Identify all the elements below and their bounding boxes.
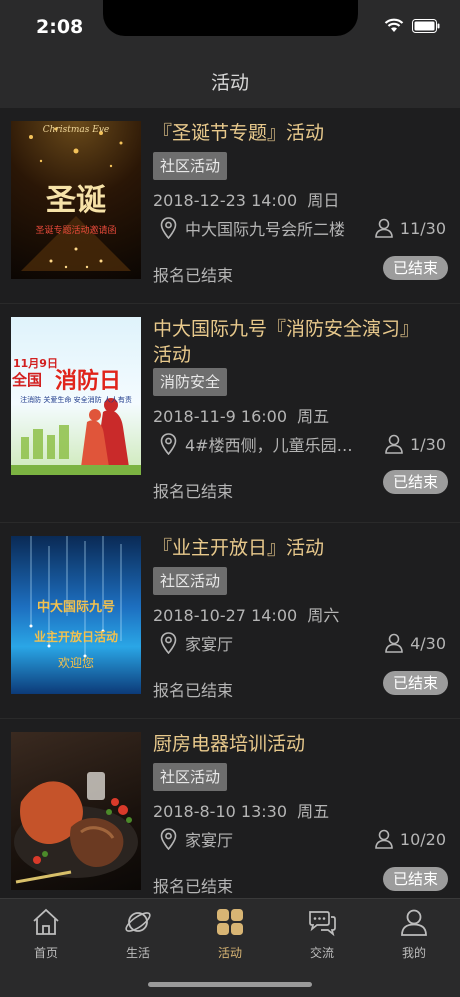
home-icon bbox=[33, 908, 59, 935]
tab-label: 我的 bbox=[401, 946, 426, 960]
grid-icon bbox=[217, 909, 243, 935]
status-badge: 已结束 bbox=[382, 671, 448, 695]
user-icon bbox=[401, 909, 427, 936]
thumb-text: 全国 bbox=[12, 371, 43, 389]
activity-card[interactable]: 中大国际九号 业主开放日活动 欢迎您 『业主开放日』活动 社区活动 2018-1… bbox=[0, 523, 460, 719]
food-photo-art bbox=[14, 772, 138, 884]
location-text: 中大国际九号会所二楼 bbox=[185, 220, 346, 239]
activity-thumbnail: 11月9日 全国 消防日 注消防 关爱生命 安全消防 人人有责 bbox=[11, 317, 141, 475]
activity-title: 厨房电器培训活动 bbox=[153, 733, 306, 755]
activity-participants: 10/20 bbox=[375, 829, 446, 849]
activity-location: 4#楼西侧，儿童乐园… bbox=[160, 432, 353, 456]
status-badge: 已结束 bbox=[382, 470, 448, 494]
thumb-text: 欢迎您 bbox=[57, 656, 94, 670]
status-bar: 2:08 bbox=[0, 0, 460, 56]
tab-chat[interactable]: 交流 bbox=[276, 907, 368, 961]
location-text: 家宴厅 bbox=[185, 635, 234, 654]
activity-tag: 消防安全 bbox=[153, 368, 228, 396]
thumb-text: 圣诞 bbox=[46, 183, 106, 218]
activity-participants: 4/30 bbox=[385, 633, 446, 653]
tab-activity[interactable]: 活动 bbox=[184, 907, 276, 961]
activity-tag: 社区活动 bbox=[153, 763, 228, 791]
registration-status: 报名已结束 bbox=[153, 681, 234, 700]
thumb-text: 注消防 关爱生命 安全消防 人人有责 bbox=[20, 396, 132, 404]
wifi-icon bbox=[384, 18, 404, 32]
tab-label: 生活 bbox=[125, 946, 150, 960]
activity-participants: 11/30 bbox=[375, 218, 446, 238]
thumb-text: 中大国际九号 bbox=[36, 600, 115, 615]
activity-date: 2018-12-23 14:00 周日 bbox=[153, 191, 340, 210]
tab-label: 首页 bbox=[33, 946, 58, 960]
participants-count: 4/30 bbox=[410, 633, 446, 653]
location-pin-icon bbox=[160, 433, 177, 455]
location-text: 家宴厅 bbox=[185, 831, 234, 850]
person-icon bbox=[385, 434, 403, 454]
activity-card[interactable]: 厨房电器培训活动 社区活动 2018-8-10 13:30 周五 家宴厅 10/… bbox=[0, 719, 460, 898]
activity-title: 中大国际九号『消防安全演习』活动 bbox=[153, 318, 410, 366]
person-icon bbox=[375, 218, 393, 238]
activity-list[interactable]: Christmas Eve 圣诞 圣诞专题活动邀请函 『圣诞节专题』活动 社区活… bbox=[0, 108, 460, 898]
activity-participants: 1/30 bbox=[385, 434, 446, 454]
participants-count: 11/30 bbox=[399, 218, 446, 238]
activity-card[interactable]: Christmas Eve 圣诞 圣诞专题活动邀请函 『圣诞节专题』活动 社区活… bbox=[0, 108, 460, 304]
battery-icon bbox=[412, 18, 440, 33]
nav-bar: 活动 bbox=[0, 56, 460, 108]
person-icon bbox=[375, 829, 393, 849]
tab-label: 交流 bbox=[309, 946, 334, 960]
page-title: 活动 bbox=[210, 72, 249, 94]
activity-thumbnail: 中大国际九号 业主开放日活动 欢迎您 bbox=[11, 536, 141, 694]
chat-icon bbox=[309, 911, 336, 937]
thumb-text: 消防日 bbox=[55, 369, 122, 394]
activity-location: 家宴厅 bbox=[160, 827, 233, 851]
participants-count: 10/20 bbox=[399, 829, 446, 849]
location-pin-icon bbox=[160, 828, 177, 850]
activity-date: 2018-10-27 14:00 周六 bbox=[153, 606, 340, 625]
status-badge: 已结束 bbox=[382, 867, 448, 891]
status-icons bbox=[384, 18, 440, 33]
thumb-text: 业主开放日活动 bbox=[33, 630, 118, 644]
participants-count: 1/30 bbox=[410, 434, 446, 454]
activity-tag: 社区活动 bbox=[153, 567, 228, 595]
activity-title: 『圣诞节专题』活动 bbox=[153, 122, 325, 144]
thumb-text: 圣诞专题活动邀请函 bbox=[35, 226, 117, 236]
tab-mine[interactable]: 我的 bbox=[368, 907, 460, 961]
person-icon bbox=[385, 633, 403, 653]
activity-title: 『业主开放日』活动 bbox=[153, 537, 325, 559]
registration-status: 报名已结束 bbox=[153, 482, 234, 501]
location-pin-icon bbox=[160, 632, 177, 654]
registration-status: 报名已结束 bbox=[153, 877, 234, 896]
activity-thumbnail bbox=[11, 732, 141, 890]
location-pin-icon bbox=[160, 217, 177, 239]
activity-location: 中大国际九号会所二楼 bbox=[160, 216, 345, 240]
thumb-text: Christmas Eve bbox=[42, 125, 110, 135]
registration-status: 报名已结束 bbox=[153, 266, 234, 285]
location-text: 4#楼西侧，儿童乐园… bbox=[185, 436, 353, 455]
tab-label: 活动 bbox=[217, 946, 242, 960]
activity-date: 2018-11-9 16:00 周五 bbox=[153, 407, 330, 426]
home-indicator[interactable] bbox=[148, 982, 312, 987]
activity-thumbnail: Christmas Eve 圣诞 圣诞专题活动邀请函 bbox=[11, 121, 141, 279]
activity-location: 家宴厅 bbox=[160, 631, 233, 655]
activity-tag: 社区活动 bbox=[153, 152, 228, 180]
activity-date: 2018-8-10 13:30 周五 bbox=[153, 802, 330, 821]
planet-icon bbox=[125, 912, 151, 932]
tab-home[interactable]: 首页 bbox=[0, 907, 92, 961]
notch bbox=[103, 0, 358, 36]
activity-card[interactable]: 11月9日 全国 消防日 注消防 关爱生命 安全消防 人人有责 中大国际九号『消… bbox=[0, 304, 460, 523]
tab-life[interactable]: 生活 bbox=[92, 907, 184, 961]
status-badge: 已结束 bbox=[382, 256, 448, 280]
status-time: 2:08 bbox=[36, 16, 84, 38]
